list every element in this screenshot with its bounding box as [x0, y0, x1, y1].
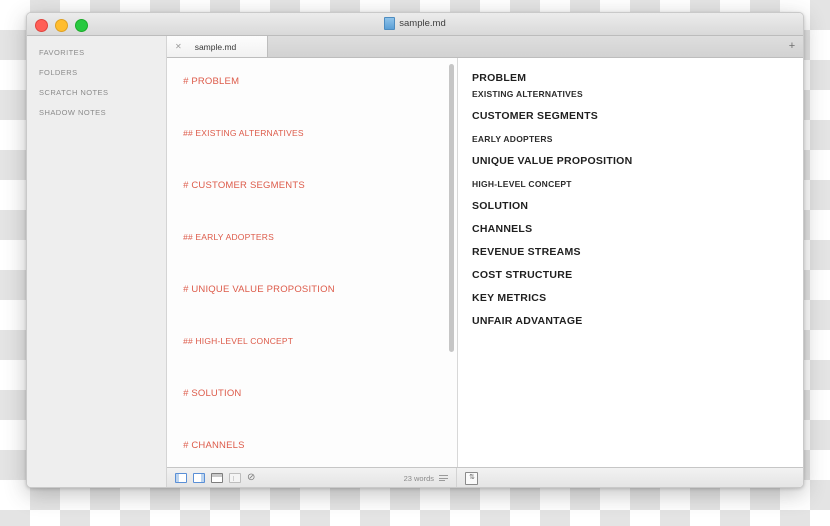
- preview-spacer: [472, 285, 803, 292]
- tab-label: sample.md: [194, 41, 237, 52]
- window-title-text: sample.md: [399, 18, 446, 29]
- preview-heading: PROBLEM: [472, 72, 527, 84]
- tab-bar: ✕ sample.md +: [167, 36, 803, 58]
- heading-marker: #: [183, 440, 189, 451]
- status-bar: ⊘ 23 words ⇅: [167, 467, 803, 487]
- main-area: ✕ sample.md + # PROBLEM ## EXISTING ALTE…: [167, 36, 803, 487]
- window-body: FAVORITES FOLDERS SCRATCH NOTES SHADOW N…: [27, 36, 803, 487]
- heading-marker: #: [183, 76, 189, 87]
- editor-pane-icon[interactable]: [175, 473, 187, 483]
- tab-sample-md[interactable]: ✕ sample.md: [167, 36, 268, 57]
- editor-line[interactable]: ## HIGH-LEVEL CONCEPT: [183, 336, 293, 346]
- disabled-pane-icon: [229, 473, 241, 483]
- panes: # PROBLEM ## EXISTING ALTERNATIVES # CUS…: [167, 58, 803, 467]
- heading-marker: #: [183, 388, 189, 399]
- close-icon[interactable]: ✕: [175, 42, 182, 51]
- heading-marker: #: [183, 180, 189, 191]
- preview-heading: KEY METRICS: [472, 292, 547, 304]
- preview-spacer: [472, 216, 803, 223]
- window-title: sample.md: [27, 17, 803, 30]
- editor-line-text: CHANNELS: [191, 440, 245, 451]
- word-count-label: 23 words: [403, 473, 434, 483]
- sidebar-item-scratch-notes[interactable]: SCRATCH NOTES: [27, 82, 166, 102]
- preview-spacer: [472, 193, 803, 200]
- editor-line-text: EXISTING ALTERNATIVES: [195, 128, 304, 138]
- heading-marker: #: [183, 284, 189, 295]
- preview-heading: UNIQUE VALUE PROPOSITION: [472, 155, 633, 167]
- editor-line-text: PROBLEM: [191, 76, 240, 87]
- preview-heading: REVENUE STREAMS: [472, 246, 581, 258]
- heading-marker: ##: [183, 128, 193, 138]
- sidebar: FAVORITES FOLDERS SCRATCH NOTES SHADOW N…: [27, 36, 167, 487]
- preview-heading: SOLUTION: [472, 200, 529, 212]
- editor-line-text: UNIQUE VALUE PROPOSITION: [191, 284, 335, 295]
- heading-marker: ##: [183, 336, 193, 346]
- sidebar-item-label: FAVORITES: [39, 47, 85, 57]
- editor-line[interactable]: # PROBLEM: [183, 76, 239, 87]
- app-window: sample.md FAVORITES FOLDERS SCRATCH NOTE…: [26, 12, 804, 488]
- editor-line[interactable]: ## EARLY ADOPTERS: [183, 232, 274, 242]
- editor-line-text: CUSTOMER SEGMENTS: [191, 180, 305, 191]
- preview-heading: EARLY ADOPTERS: [472, 134, 553, 144]
- preview-spacer: [472, 171, 803, 178]
- preview-toggle-icon[interactable]: ⊘: [247, 473, 255, 483]
- sidebar-item-label: FOLDERS: [39, 67, 78, 77]
- preview-spacer: [472, 262, 803, 269]
- preview-spacer: [472, 239, 803, 246]
- editor-line[interactable]: ## EXISTING ALTERNATIVES: [183, 128, 304, 138]
- screenshot-stage: sample.md FAVORITES FOLDERS SCRATCH NOTE…: [0, 0, 830, 526]
- preview-spacer: [472, 103, 803, 110]
- preview-spacer: [472, 148, 803, 155]
- editor-scrollbar[interactable]: [449, 64, 454, 352]
- markdown-preview: PROBLEM EXISTING ALTERNATIVES CUSTOMER S…: [458, 58, 803, 467]
- preview-heading: EXISTING ALTERNATIVES: [472, 89, 583, 99]
- document-icon: [384, 17, 396, 30]
- editor-line[interactable]: # SOLUTION: [183, 388, 242, 399]
- preview-pane-icon[interactable]: [193, 473, 205, 483]
- list-icon[interactable]: [439, 475, 448, 481]
- status-bar-left: ⊘ 23 words: [167, 468, 457, 487]
- editor-line[interactable]: # CUSTOMER SEGMENTS: [183, 180, 305, 191]
- preview-heading: CUSTOMER SEGMENTS: [472, 110, 598, 122]
- word-count-group: 23 words: [404, 474, 456, 483]
- new-tab-button[interactable]: +: [781, 36, 803, 57]
- preview-spacer: [472, 308, 803, 315]
- heading-marker: ##: [183, 232, 193, 242]
- window-pane-icon[interactable]: [211, 473, 223, 483]
- status-bar-right: ⇅: [457, 468, 803, 487]
- editor-line-text: EARLY ADOPTERS: [195, 232, 274, 242]
- sidebar-item-label: SCRATCH NOTES: [39, 87, 109, 97]
- sidebar-item-label: SHADOW NOTES: [39, 107, 107, 117]
- preview-heading: HIGH-LEVEL CONCEPT: [472, 179, 572, 189]
- preview-heading: CHANNELS: [472, 223, 533, 235]
- window-titlebar[interactable]: sample.md: [27, 13, 803, 36]
- sidebar-item-favorites[interactable]: FAVORITES: [27, 42, 166, 62]
- sync-scroll-icon[interactable]: ⇅: [465, 471, 478, 485]
- preview-heading: UNFAIR ADVANTAGE: [472, 315, 583, 327]
- editor-line[interactable]: # UNIQUE VALUE PROPOSITION: [183, 284, 335, 295]
- preview-spacer: [472, 126, 803, 133]
- markdown-editor[interactable]: # PROBLEM ## EXISTING ALTERNATIVES # CUS…: [167, 58, 458, 467]
- sidebar-item-shadow-notes[interactable]: SHADOW NOTES: [27, 102, 166, 122]
- tab-bar-filler: [268, 36, 781, 57]
- editor-line[interactable]: # CHANNELS: [183, 440, 245, 451]
- sidebar-item-folders[interactable]: FOLDERS: [27, 62, 166, 82]
- editor-line-text: HIGH-LEVEL CONCEPT: [195, 336, 294, 346]
- preview-heading: COST STRUCTURE: [472, 269, 573, 281]
- editor-line-text: SOLUTION: [191, 388, 242, 399]
